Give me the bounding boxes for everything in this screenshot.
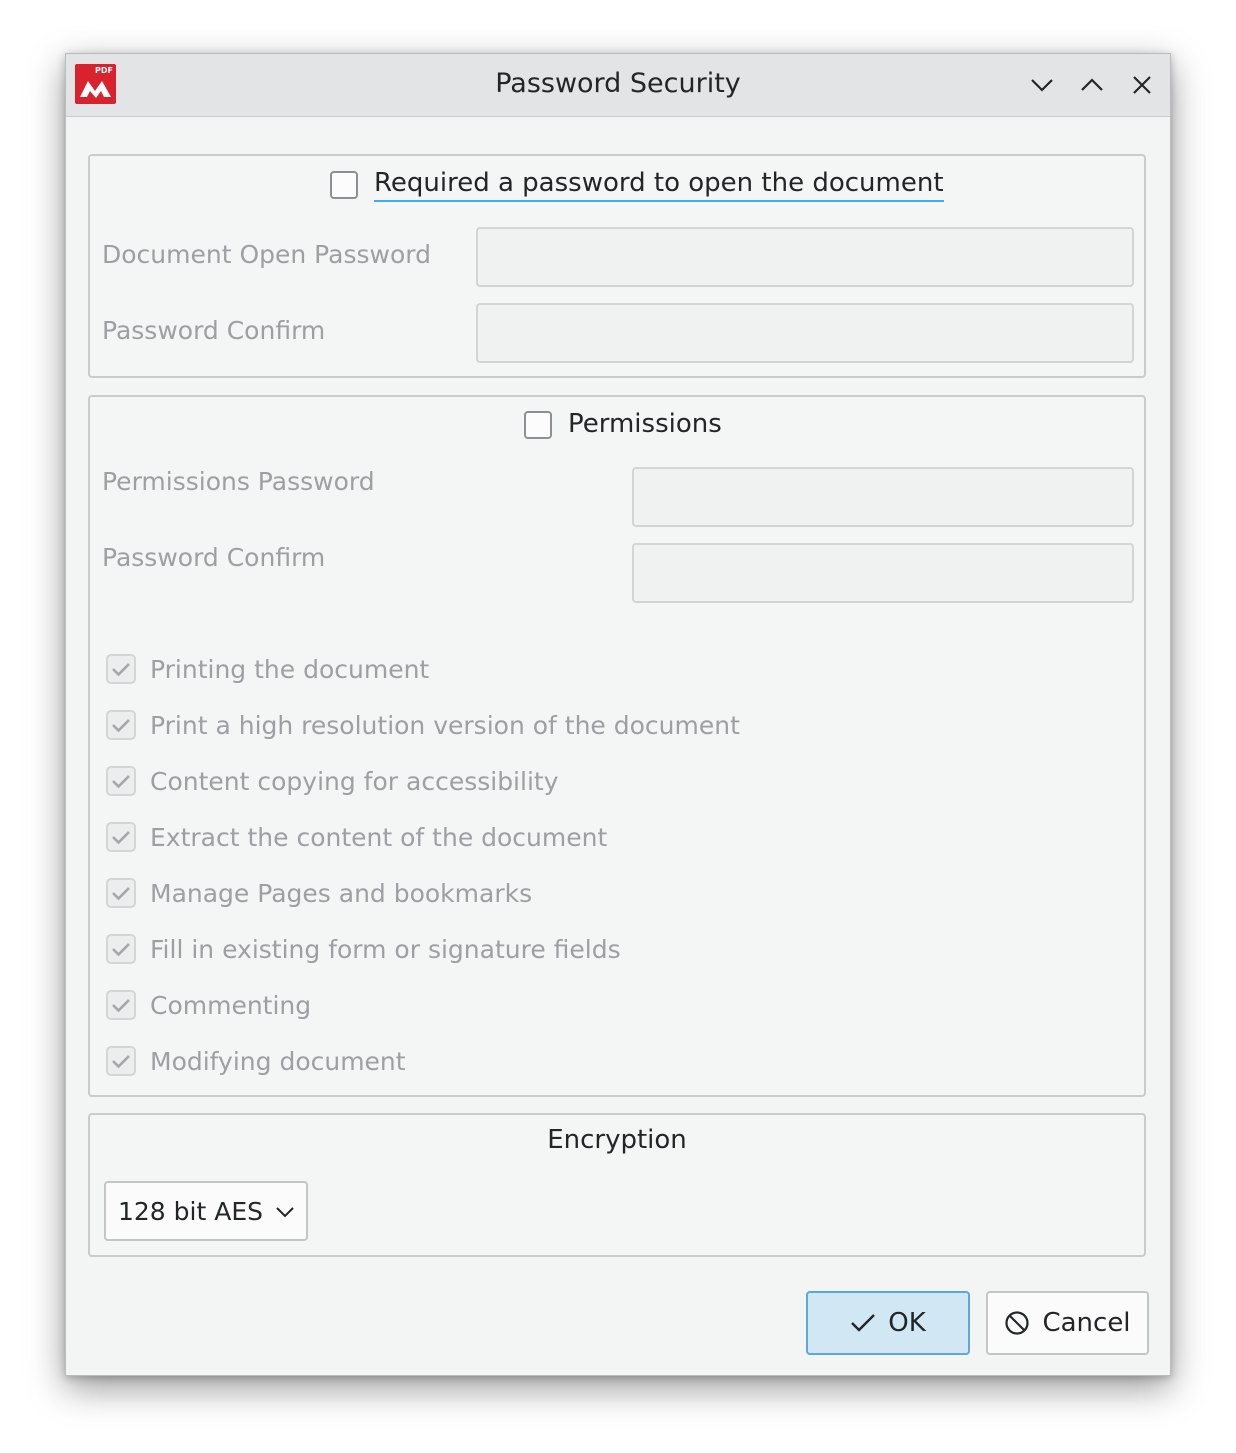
checkmark-icon (851, 1314, 876, 1332)
checkmark-icon (112, 719, 130, 733)
permission-item[interactable]: Print a high resolution version of the d… (106, 710, 740, 740)
minimize-button[interactable] (1027, 70, 1057, 100)
permission-checkbox[interactable] (106, 1046, 136, 1076)
permission-label: Content copying for accessibility (150, 766, 559, 796)
checkmark-icon (112, 831, 130, 845)
checkmark-icon (112, 1055, 130, 1069)
permission-item[interactable]: Manage Pages and bookmarks (106, 878, 532, 908)
open-password-confirm-label: Password Confirm (102, 316, 326, 345)
permissions-group: Permissions Permissions Password Passwor… (88, 395, 1146, 1097)
permission-label: Print a high resolution version of the d… (150, 710, 740, 740)
document-open-password-field[interactable] (476, 227, 1134, 287)
chevron-down-icon (276, 1207, 294, 1218)
cancel-icon (1005, 1311, 1030, 1335)
permission-label: Fill in existing form or signature field… (150, 934, 621, 964)
encryption-group: Encryption 128 bit AES (88, 1113, 1146, 1257)
require-open-password-checkbox[interactable] (330, 171, 358, 199)
title-bar[interactable]: PDF Password Security (66, 54, 1170, 117)
encryption-selected-value: 128 bit AES (118, 1196, 263, 1226)
ok-button-label: OK (888, 1308, 926, 1338)
permissions-checkbox[interactable] (524, 411, 552, 439)
permission-checkbox[interactable] (106, 878, 136, 908)
checkmark-icon (112, 775, 130, 789)
close-icon (1133, 76, 1151, 94)
require-open-password-toggle[interactable]: Required a password to open the document (330, 168, 944, 202)
require-open-password-label: Required a password to open the document (374, 168, 944, 202)
password-security-dialog: PDF Password Security Required a passwor… (65, 53, 1171, 1376)
permission-checkbox[interactable] (106, 654, 136, 684)
open-password-confirm-field[interactable] (476, 303, 1134, 363)
permission-checkbox[interactable] (106, 766, 136, 796)
open-password-group: Required a password to open the document… (88, 154, 1146, 378)
permissions-password-confirm-field[interactable] (632, 543, 1134, 603)
permission-item[interactable]: Fill in existing form or signature field… (106, 934, 621, 964)
maximize-button[interactable] (1077, 70, 1107, 100)
permission-label: Modifying document (150, 1046, 406, 1076)
permission-item[interactable]: Modifying document (106, 1046, 406, 1076)
permissions-label: Permissions (568, 409, 722, 439)
permission-label: Printing the document (150, 654, 430, 684)
document-open-password-label: Document Open Password (102, 240, 431, 269)
permission-checkbox[interactable] (106, 710, 136, 740)
permission-label: Commenting (150, 990, 312, 1020)
window-title: Password Security (495, 68, 741, 99)
chevron-up-icon (1081, 78, 1103, 91)
checkmark-icon (112, 663, 130, 677)
checkmark-icon (112, 999, 130, 1013)
checkmark-icon (112, 943, 130, 957)
cancel-button-label: Cancel (1042, 1308, 1131, 1338)
permission-checkbox[interactable] (106, 990, 136, 1020)
permission-item[interactable]: Content copying for accessibility (106, 766, 559, 796)
close-button[interactable] (1127, 70, 1157, 100)
encryption-title: Encryption (547, 1125, 687, 1155)
permission-checkbox[interactable] (106, 934, 136, 964)
permission-item[interactable]: Printing the document (106, 654, 429, 684)
permissions-password-field[interactable] (632, 467, 1134, 527)
permissions-password-label: Permissions Password (102, 467, 375, 496)
cancel-button[interactable]: Cancel (986, 1291, 1149, 1355)
chevron-down-icon (1031, 79, 1053, 92)
encryption-select[interactable]: 128 bit AES (104, 1181, 308, 1241)
permission-checkbox[interactable] (106, 822, 136, 852)
ok-button[interactable]: OK (806, 1291, 970, 1355)
permission-label: Extract the content of the document (150, 822, 608, 852)
permissions-password-confirm-label: Password Confirm (102, 543, 326, 572)
permission-item[interactable]: Commenting (106, 990, 311, 1020)
permission-item[interactable]: Extract the content of the document (106, 822, 607, 852)
permission-label: Manage Pages and bookmarks (150, 878, 533, 908)
permissions-toggle[interactable]: Permissions (524, 409, 722, 441)
checkmark-icon (112, 887, 130, 901)
